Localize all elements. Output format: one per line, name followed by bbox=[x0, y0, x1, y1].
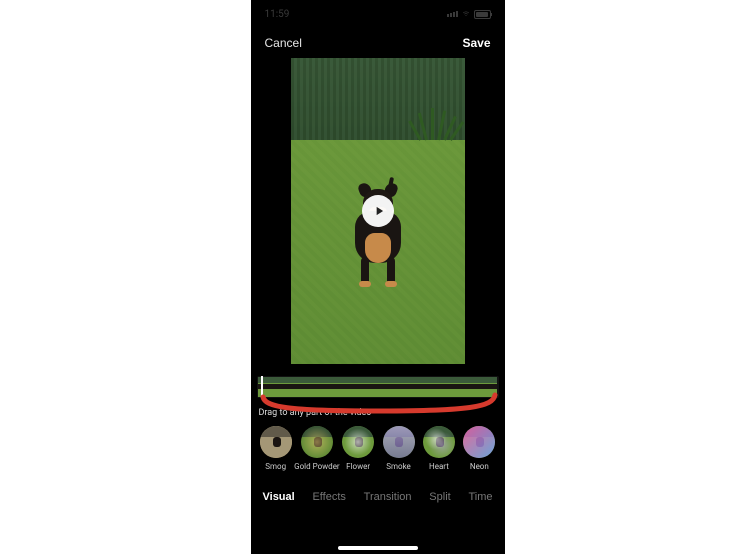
play-icon[interactable] bbox=[362, 195, 394, 227]
filter-flower[interactable]: Flower bbox=[339, 426, 377, 471]
playhead[interactable] bbox=[261, 376, 263, 398]
phone-screen: 11:59 Cancel Save bbox=[251, 0, 505, 554]
cellular-icon bbox=[447, 11, 458, 17]
editor-header: Cancel Save bbox=[251, 28, 505, 58]
status-icons bbox=[447, 10, 491, 19]
preview-plant bbox=[415, 84, 459, 140]
filter-label: Neon bbox=[470, 462, 489, 471]
filter-label: Heart bbox=[429, 462, 449, 471]
filter-thumb bbox=[463, 426, 495, 458]
filter-neon[interactable]: Neon bbox=[460, 426, 498, 471]
tab-effects[interactable]: Effects bbox=[310, 487, 347, 507]
filter-smoke[interactable]: Smoke bbox=[379, 426, 417, 471]
effect-tabs: Visual Effects Transition Split Time bbox=[251, 471, 505, 513]
home-indicator[interactable] bbox=[338, 546, 418, 550]
video-preview[interactable] bbox=[291, 58, 465, 364]
wifi-icon bbox=[461, 10, 471, 18]
filter-thumb bbox=[260, 426, 292, 458]
tab-split[interactable]: Split bbox=[427, 487, 452, 507]
save-button[interactable]: Save bbox=[458, 32, 494, 54]
filter-smog[interactable]: Smog bbox=[257, 426, 295, 471]
preview-area bbox=[251, 58, 505, 372]
timeline[interactable] bbox=[257, 376, 499, 398]
clock: 11:59 bbox=[265, 9, 290, 20]
filter-thumb bbox=[383, 426, 415, 458]
filter-thumb bbox=[342, 426, 374, 458]
battery-icon bbox=[474, 10, 491, 19]
filter-thumb bbox=[423, 426, 455, 458]
drag-hint: Drag to any part of the video bbox=[251, 398, 505, 426]
filter-label: Flower bbox=[346, 462, 370, 471]
filter-row: Smog Gold Powder Flower Smoke Heart Neon bbox=[251, 426, 505, 471]
timeline-frames bbox=[258, 377, 498, 397]
filter-gold-powder[interactable]: Gold Powder bbox=[297, 426, 337, 471]
filter-label: Smoke bbox=[386, 462, 411, 471]
tab-transition[interactable]: Transition bbox=[362, 487, 414, 507]
filter-label: Smog bbox=[265, 462, 286, 471]
status-bar: 11:59 bbox=[251, 0, 505, 28]
tab-visual[interactable]: Visual bbox=[261, 487, 297, 507]
filter-thumb bbox=[301, 426, 333, 458]
tab-time[interactable]: Time bbox=[466, 487, 494, 507]
cancel-button[interactable]: Cancel bbox=[261, 32, 306, 54]
filter-label: Gold Powder bbox=[294, 462, 340, 471]
filter-heart[interactable]: Heart bbox=[420, 426, 458, 471]
